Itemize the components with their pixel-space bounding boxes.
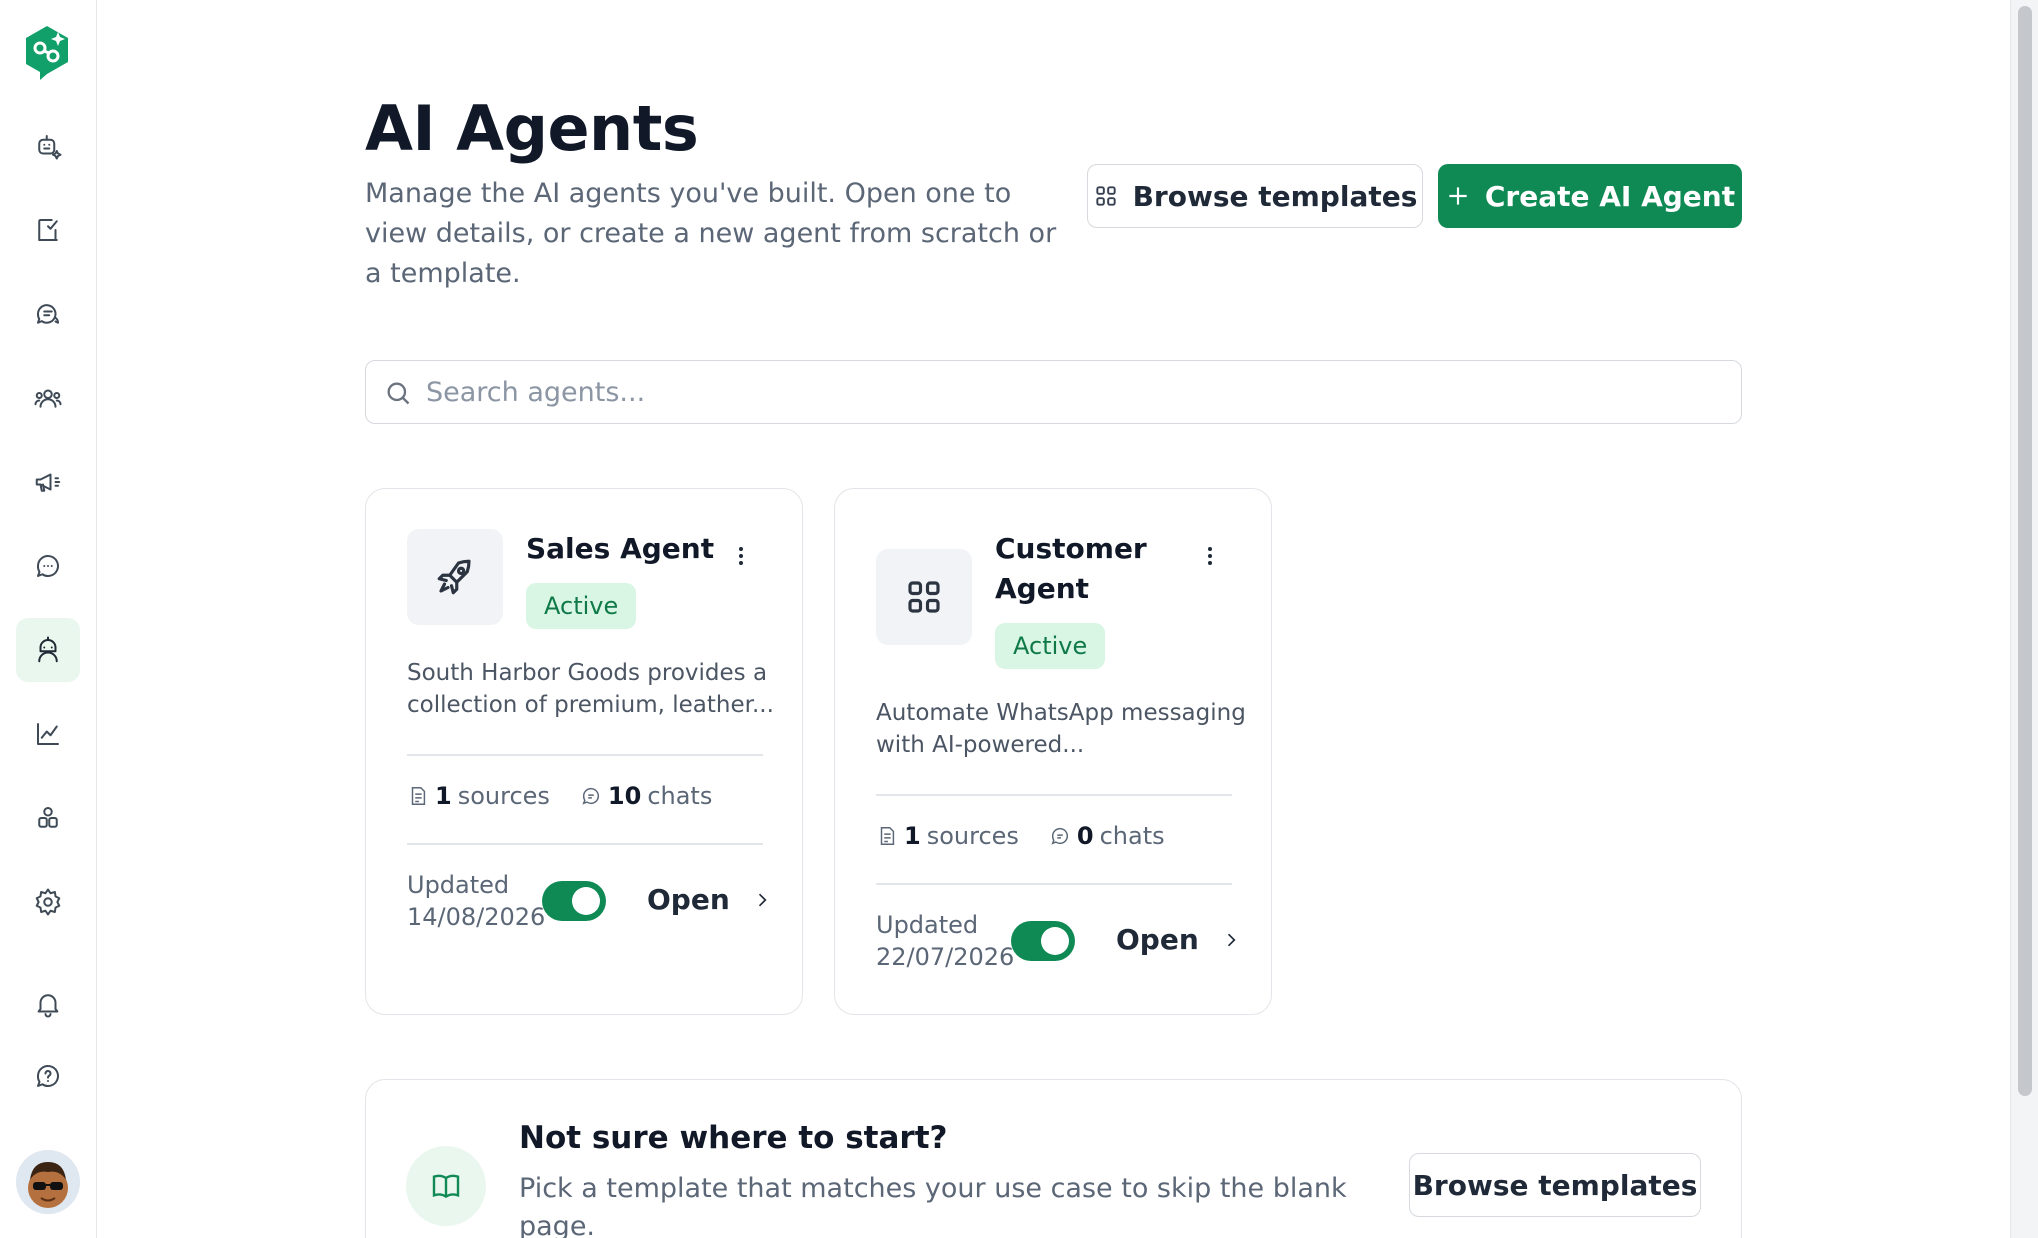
book-icon [406, 1146, 486, 1226]
scrollbar-thumb[interactable] [2018, 6, 2032, 1096]
search-icon [387, 382, 410, 405]
plus-icon [1445, 183, 1471, 209]
sidebar-item-integrations[interactable] [16, 786, 80, 850]
sources-stat: 1 sources [407, 782, 550, 810]
updated-value: 14/08/2026 [407, 903, 546, 931]
more-options-icon[interactable] [726, 541, 756, 571]
updated-label: Updated [876, 911, 979, 939]
document-icon [880, 827, 895, 845]
card-divider [407, 843, 763, 845]
sidebar-item-chat[interactable] [16, 534, 80, 598]
agent-description: Automate WhatsApp messaging with AI-powe… [876, 700, 1246, 758]
browse-templates-label: Browse templates [1132, 179, 1418, 213]
chats-stat: 0 chats [1049, 822, 1165, 850]
grid-icon [876, 549, 972, 645]
card-divider [876, 883, 1232, 885]
sidebar-item-tasks[interactable] [16, 198, 80, 262]
agent-card-sales-agent[interactable]: Sales Agent Active South Harbor Goods pr… [365, 488, 803, 1015]
sources-count: 1 [904, 822, 921, 850]
updated-value: 22/07/2026 [876, 943, 1015, 971]
agent-enabled-toggle[interactable] [1011, 921, 1075, 961]
tasks-icon [38, 219, 58, 241]
create-ai-agent-button[interactable]: Create AI Agent [1438, 164, 1742, 228]
scrollbar[interactable] [2010, 0, 2038, 1238]
main-content: AI Agents Manage the AI agents you've bu… [365, 0, 1742, 1238]
open-label: Open [647, 883, 730, 916]
banner-title: Not sure where to start? [519, 1120, 948, 1156]
chevron-right-icon [1227, 933, 1236, 946]
sidebar-item-analytics[interactable] [16, 702, 80, 766]
status-badge: Active [526, 583, 637, 629]
notifications-icon [37, 994, 59, 1018]
updated-label: Updated [407, 871, 510, 899]
contacts-icon [34, 389, 62, 408]
chats-stat: 10 chats [580, 782, 712, 810]
page-title: AI Agents [365, 92, 699, 165]
toggle-knob [1041, 927, 1069, 955]
banner-text: Pick a template that matches your use ca… [519, 1173, 1347, 1238]
agent-enabled-toggle[interactable] [542, 881, 606, 921]
sources-count: 1 [435, 782, 452, 810]
conversations-icon [36, 304, 59, 324]
sources-label: sources [926, 822, 1019, 850]
chat-bubble-icon [1051, 827, 1068, 845]
chat-bubble-icon [582, 787, 599, 805]
banner-browse-templates-button[interactable]: Browse templates [1409, 1153, 1701, 1217]
chats-label: chats [647, 782, 713, 810]
open-agent-button[interactable]: Open [1116, 923, 1241, 956]
chevron-right-icon [758, 893, 767, 906]
broadcast-icon [35, 473, 61, 492]
chats-count: 0 [1076, 822, 1094, 850]
sidebar-item-conversations[interactable] [16, 282, 80, 346]
agent-description: South Harbor Goods provides a collection… [407, 660, 774, 718]
agent-stats: 1 sources 0 chats [876, 822, 1165, 850]
open-label: Open [1116, 923, 1199, 956]
search-input[interactable] [426, 369, 1716, 415]
user-avatar[interactable] [16, 1150, 80, 1214]
chatbot-logo-icon[interactable] [22, 24, 72, 82]
sidebar-item-help[interactable] [16, 1044, 80, 1108]
chat-icon [36, 554, 59, 577]
settings-icon [35, 888, 61, 916]
sidebar-item-contacts[interactable] [16, 366, 80, 430]
open-agent-button[interactable]: Open [647, 883, 772, 916]
document-icon [411, 787, 426, 805]
sidebar-item-bots[interactable] [16, 114, 80, 178]
updated-date: Updated 22/07/2026 [876, 909, 1026, 973]
card-divider [407, 754, 763, 756]
sidebar [0, 0, 97, 1238]
help-icon [36, 1064, 59, 1087]
toggle-knob [572, 887, 600, 915]
analytics-icon [37, 723, 59, 745]
search-box [365, 360, 1742, 424]
agent-card-customer-agent[interactable]: Customer Agent Active Automate WhatsApp … [834, 488, 1272, 1015]
more-options-icon[interactable] [1195, 541, 1225, 571]
sidebar-item-broadcast[interactable] [16, 450, 80, 514]
sidebar-item-settings[interactable] [16, 870, 80, 934]
agent-name: Sales Agent [526, 532, 715, 565]
bot-sparkle-icon [38, 135, 62, 160]
sidebar-item-ai-agents[interactable] [16, 618, 80, 682]
chats-label: chats [1099, 822, 1165, 850]
card-divider [876, 794, 1232, 796]
sources-label: sources [457, 782, 550, 810]
sidebar-item-notifications[interactable] [16, 972, 80, 1036]
browse-templates-button[interactable]: Browse templates [1087, 164, 1423, 228]
create-ai-agent-label: Create AI Agent [1484, 179, 1736, 213]
chats-count: 10 [607, 782, 642, 810]
agent-stats: 1 sources 10 chats [407, 782, 712, 810]
updated-date: Updated 14/08/2026 [407, 869, 557, 933]
grid-icon [1093, 183, 1119, 209]
templates-banner: Not sure where to start? Pick a template… [365, 1079, 1742, 1238]
integrations-icon [38, 807, 58, 828]
rocket-icon [407, 529, 503, 625]
agent-name: Customer Agent [995, 532, 1147, 605]
status-badge: Active [995, 623, 1106, 669]
app: AI Agents Manage the AI agents you've bu… [0, 0, 2038, 1238]
page-subtitle: Manage the AI agents you've built. Open … [365, 178, 1057, 289]
sources-stat: 1 sources [876, 822, 1019, 850]
ai-agents-icon [38, 636, 58, 663]
